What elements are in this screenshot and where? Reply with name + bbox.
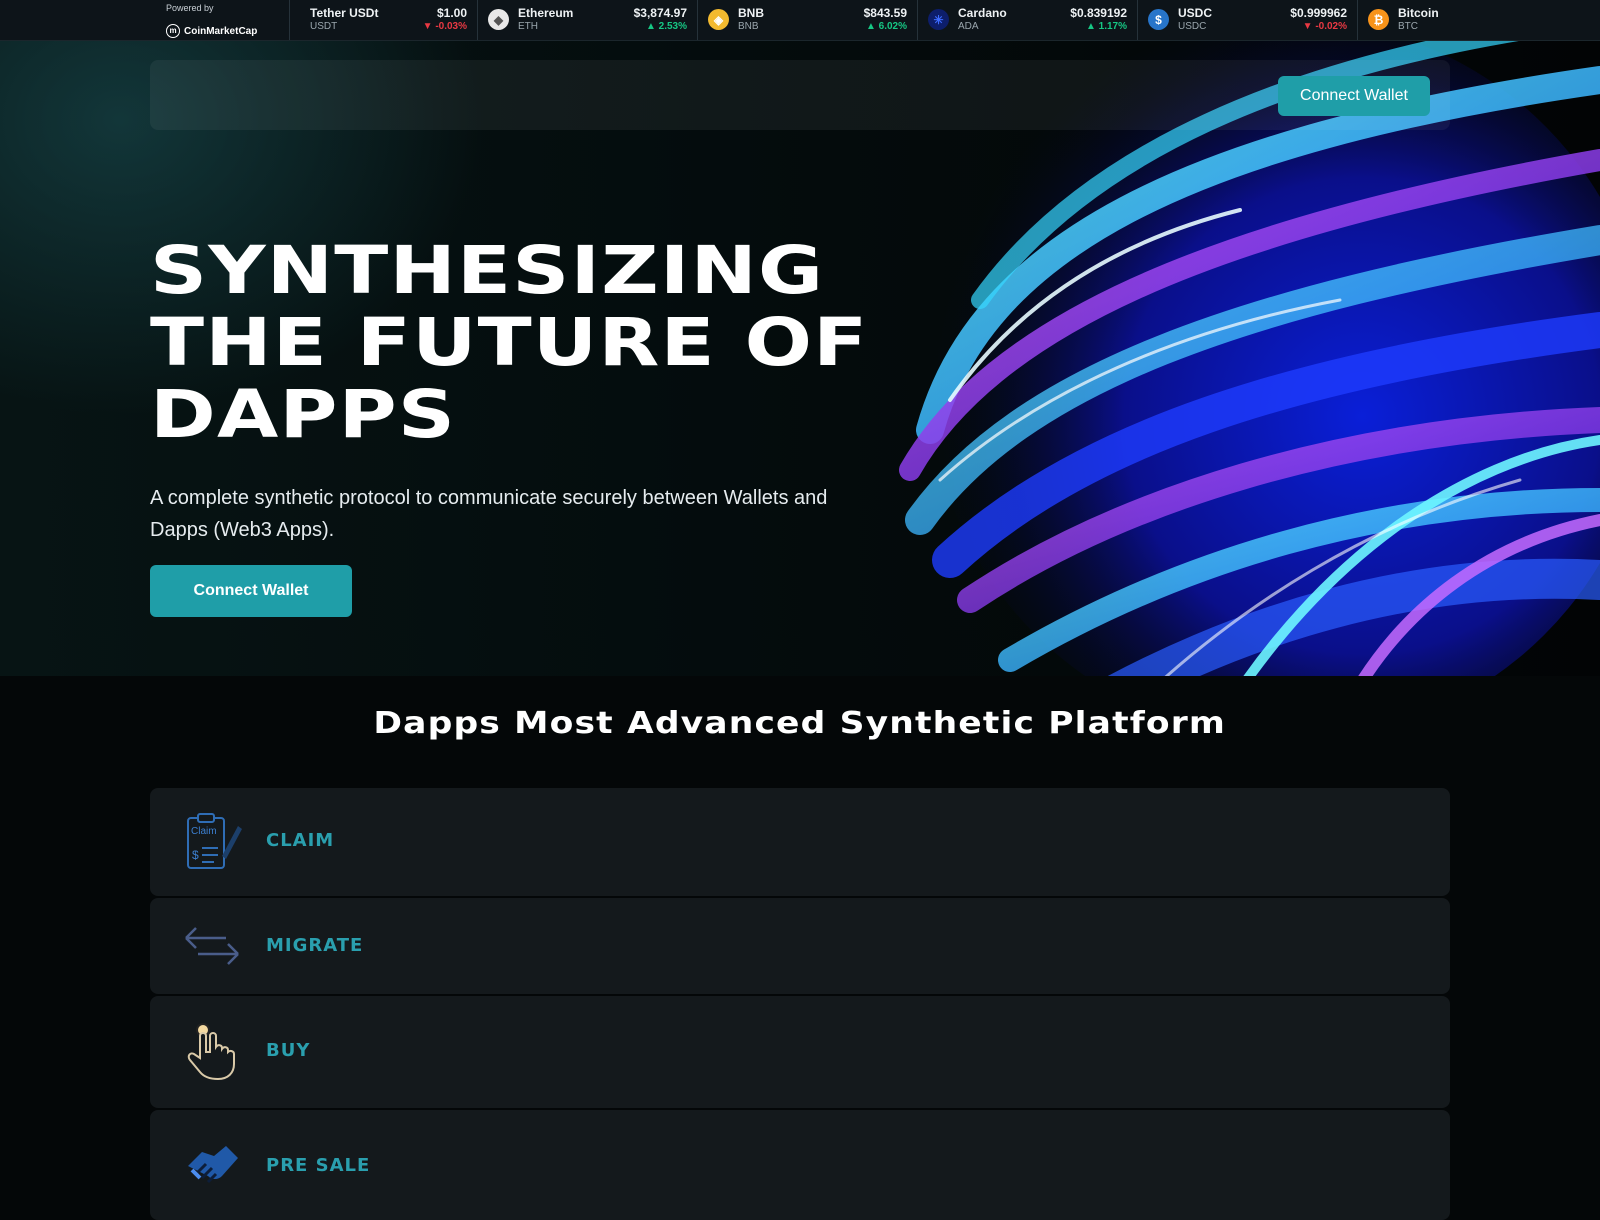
ticker-item-ethereum[interactable]: ◆ Ethereum ETH $3,874.97 ▲ 2.53% xyxy=(478,0,698,40)
features-title: Dapps Most Advanced Synthetic Platform xyxy=(373,706,1227,741)
feature-label-migrate: MIGRATE xyxy=(266,935,364,956)
coin-name: Cardano xyxy=(958,6,1007,20)
coin-symbol: ADA xyxy=(958,21,979,32)
coin-change: ▼ -0.02% xyxy=(1302,21,1347,32)
feature-card-migrate[interactable]: MIGRATE xyxy=(150,898,1450,994)
coin-price: $0.839192 xyxy=(1070,6,1127,20)
coin-name: USDC xyxy=(1178,6,1213,20)
coin-name: Tether USDt xyxy=(310,6,379,20)
cardano-icon: ✳ xyxy=(928,9,949,30)
coin-change: ▲ 1.17% xyxy=(1085,21,1127,32)
coin-change: ▲ 6.02% xyxy=(865,21,907,32)
migrate-arrows-icon xyxy=(185,927,239,965)
hero-title: SYNTHESIZING THE FUTURE OF DAPPS xyxy=(150,232,869,453)
hero-section: Connect Wallet SYNTHESIZING THE FUTURE O… xyxy=(0,40,1600,676)
feature-label-buy: BUY xyxy=(266,1040,311,1061)
coin-symbol: USDT xyxy=(310,21,338,32)
feature-label-claim: CLAIM xyxy=(266,830,335,851)
claim-clipboard-icon: Claim $ xyxy=(187,813,242,869)
powered-by-text: Powered by xyxy=(166,3,214,13)
price-ticker: Powered by m CoinMarketCap ₮ Tether USDt… xyxy=(0,0,1600,41)
coin-price: $843.59 xyxy=(863,6,907,20)
ticker-item-tether[interactable]: ₮ Tether USDt USDT $1.00 ▼ -0.03% xyxy=(290,0,478,40)
coin-change: ▲ 2.53% xyxy=(645,21,687,32)
ticker-item-bnb[interactable]: ◈ BNB BNB $843.59 ▲ 6.02% xyxy=(698,0,918,40)
feature-label-presale: PRE SALE xyxy=(266,1155,371,1176)
ethereum-icon: ◆ xyxy=(488,9,509,30)
coin-symbol: BTC xyxy=(1398,21,1418,32)
coin-name: Bitcoin xyxy=(1398,6,1439,20)
coinmarketcap-logo: m CoinMarketCap xyxy=(166,24,257,38)
claim-icon-text: Claim xyxy=(191,826,217,837)
connect-wallet-hero-button[interactable]: Connect Wallet xyxy=(150,565,352,617)
svg-text:$: $ xyxy=(192,848,199,862)
coin-price: $1.00 xyxy=(436,6,467,20)
feature-card-buy[interactable]: BUY xyxy=(150,996,1450,1108)
hero-subtitle: A complete synthetic protocol to communi… xyxy=(150,487,828,541)
top-navbar: Connect Wallet xyxy=(150,60,1450,130)
usdc-icon: $ xyxy=(1148,9,1169,30)
connect-wallet-nav-button[interactable]: Connect Wallet xyxy=(1278,76,1430,116)
presale-handshake-icon xyxy=(188,1146,238,1184)
coin-price: $3,874.97 xyxy=(633,6,687,20)
coin-symbol: USDC xyxy=(1178,21,1207,32)
feature-card-presale[interactable]: PRE SALE xyxy=(150,1110,1450,1220)
coin-symbol: ETH xyxy=(518,21,538,32)
ticker-item-usdc[interactable]: $ USDC USDC $0.999962 ▼ -0.02% xyxy=(1138,0,1358,40)
coin-symbol: BNB xyxy=(738,21,759,32)
bitcoin-icon: ₿ xyxy=(1368,9,1389,30)
buy-hand-pointer-icon xyxy=(187,1023,235,1081)
coin-name: Ethereum xyxy=(518,6,574,20)
feature-card-claim[interactable]: Claim $ CLAIM xyxy=(150,788,1450,896)
ticker-item-cardano[interactable]: ✳ Cardano ADA $0.839192 ▲ 1.17% xyxy=(918,0,1138,40)
coin-change: ▼ -0.03% xyxy=(422,21,467,32)
bnb-icon: ◈ xyxy=(708,9,729,30)
coin-price: $0.999962 xyxy=(1290,6,1347,20)
coinmarketcap-icon: m xyxy=(166,24,180,38)
ticker-item-bitcoin[interactable]: ₿ Bitcoin BTC xyxy=(1358,0,1578,40)
powered-by-badge[interactable]: Powered by m CoinMarketCap xyxy=(0,0,290,40)
coin-name: BNB xyxy=(738,6,764,20)
provider-name: CoinMarketCap xyxy=(184,25,258,37)
